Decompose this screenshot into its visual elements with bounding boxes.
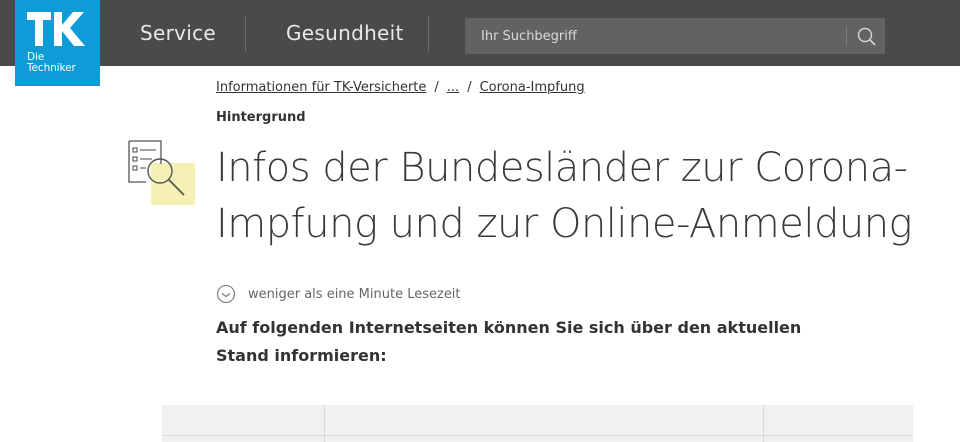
search-input[interactable]: [465, 18, 835, 54]
checklist-magnifier-icon: [128, 140, 195, 205]
nav-service[interactable]: Service: [140, 21, 216, 45]
breadcrumb-link-tk-versicherte[interactable]: Informationen für TK-Versicherte: [216, 80, 426, 95]
logo-text-line2: Techniker: [27, 62, 76, 74]
search-divider: [846, 26, 847, 46]
breadcrumb-separator: /: [467, 80, 472, 95]
nav-divider: [428, 16, 429, 52]
intro-text: Auf folgenden Internetseiten können Sie …: [216, 318, 802, 365]
article-category: Hintergrund: [216, 110, 306, 125]
nav-gesundheit[interactable]: Gesundheit: [286, 21, 404, 45]
search-icon: [857, 27, 876, 46]
nav-divider: [245, 16, 246, 52]
page-title: Infos der Bundesländer zur Corona-Impfun…: [216, 145, 913, 247]
table-column-divider: [324, 405, 325, 442]
reading-time-label: weniger als eine Minute Lesezeit: [248, 286, 461, 302]
reading-time: weniger als eine Minute Lesezeit: [216, 284, 461, 304]
breadcrumb-link-corona-impfung[interactable]: Corona-Impfung: [480, 80, 585, 95]
breadcrumb-separator: /: [434, 80, 439, 95]
top-navigation-bar: Service Gesundheit: [0, 0, 960, 66]
tk-logo-mark: [27, 12, 85, 46]
breadcrumb-link-ellipsis[interactable]: ...: [447, 80, 459, 95]
table-header: [162, 405, 913, 442]
table-column-divider: [763, 405, 764, 442]
clock-icon: [216, 284, 236, 304]
search-button[interactable]: [850, 18, 885, 54]
table-header-rule: [162, 435, 913, 436]
breadcrumb: Informationen für TK-Versicherte /... / Cor…: [216, 80, 585, 95]
tk-logo[interactable]: Die Techniker: [15, 0, 100, 86]
search-box: [465, 18, 885, 54]
